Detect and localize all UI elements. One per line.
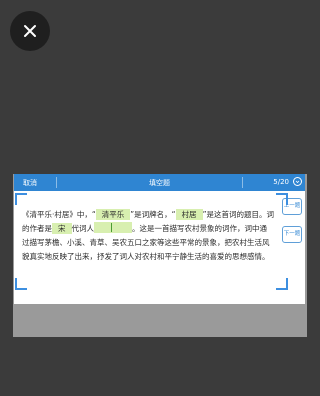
text-cursor bbox=[111, 223, 112, 232]
page-title: 填空题 bbox=[149, 179, 170, 187]
crop-corner bbox=[276, 193, 288, 205]
captured-photo: 取消 填空题 5/20 《清平乐·村居》中，“ 清平乐 ”是词牌名，“ 村居 ”是这首词… bbox=[13, 174, 307, 337]
passage-text: 《清平乐·村居》中，“ bbox=[22, 210, 96, 219]
next-question-button[interactable]: 下一题 bbox=[282, 226, 302, 243]
question-progress: 5/20 bbox=[273, 178, 289, 186]
question-passage: 《清平乐·村居》中，“ 清平乐 ”是词牌名，“ 村居 ”是这首词的题目。词的作者是宋代词… bbox=[22, 208, 274, 264]
circle-chevron-icon[interactable] bbox=[293, 177, 302, 186]
active-answer-blank[interactable] bbox=[94, 222, 132, 233]
crop-corner bbox=[276, 278, 288, 290]
answer-blank[interactable]: 宋 bbox=[52, 223, 72, 234]
passage-text: 代词人 bbox=[71, 224, 95, 233]
header-divider bbox=[242, 177, 243, 188]
crop-corner bbox=[15, 193, 27, 205]
answer-blank[interactable]: 清平乐 bbox=[95, 209, 131, 220]
answer-blank[interactable]: 村居 bbox=[175, 209, 203, 220]
close-icon bbox=[24, 25, 36, 37]
crop-corner bbox=[15, 278, 27, 290]
passage-text: ”是词牌名，“ bbox=[130, 210, 176, 219]
quiz-screen: 取消 填空题 5/20 《清平乐·村居》中，“ 清平乐 ”是词牌名，“ 村居 ”是这首词… bbox=[14, 174, 305, 304]
quiz-header: 取消 填空题 5/20 bbox=[14, 174, 305, 191]
close-button[interactable] bbox=[10, 11, 50, 51]
